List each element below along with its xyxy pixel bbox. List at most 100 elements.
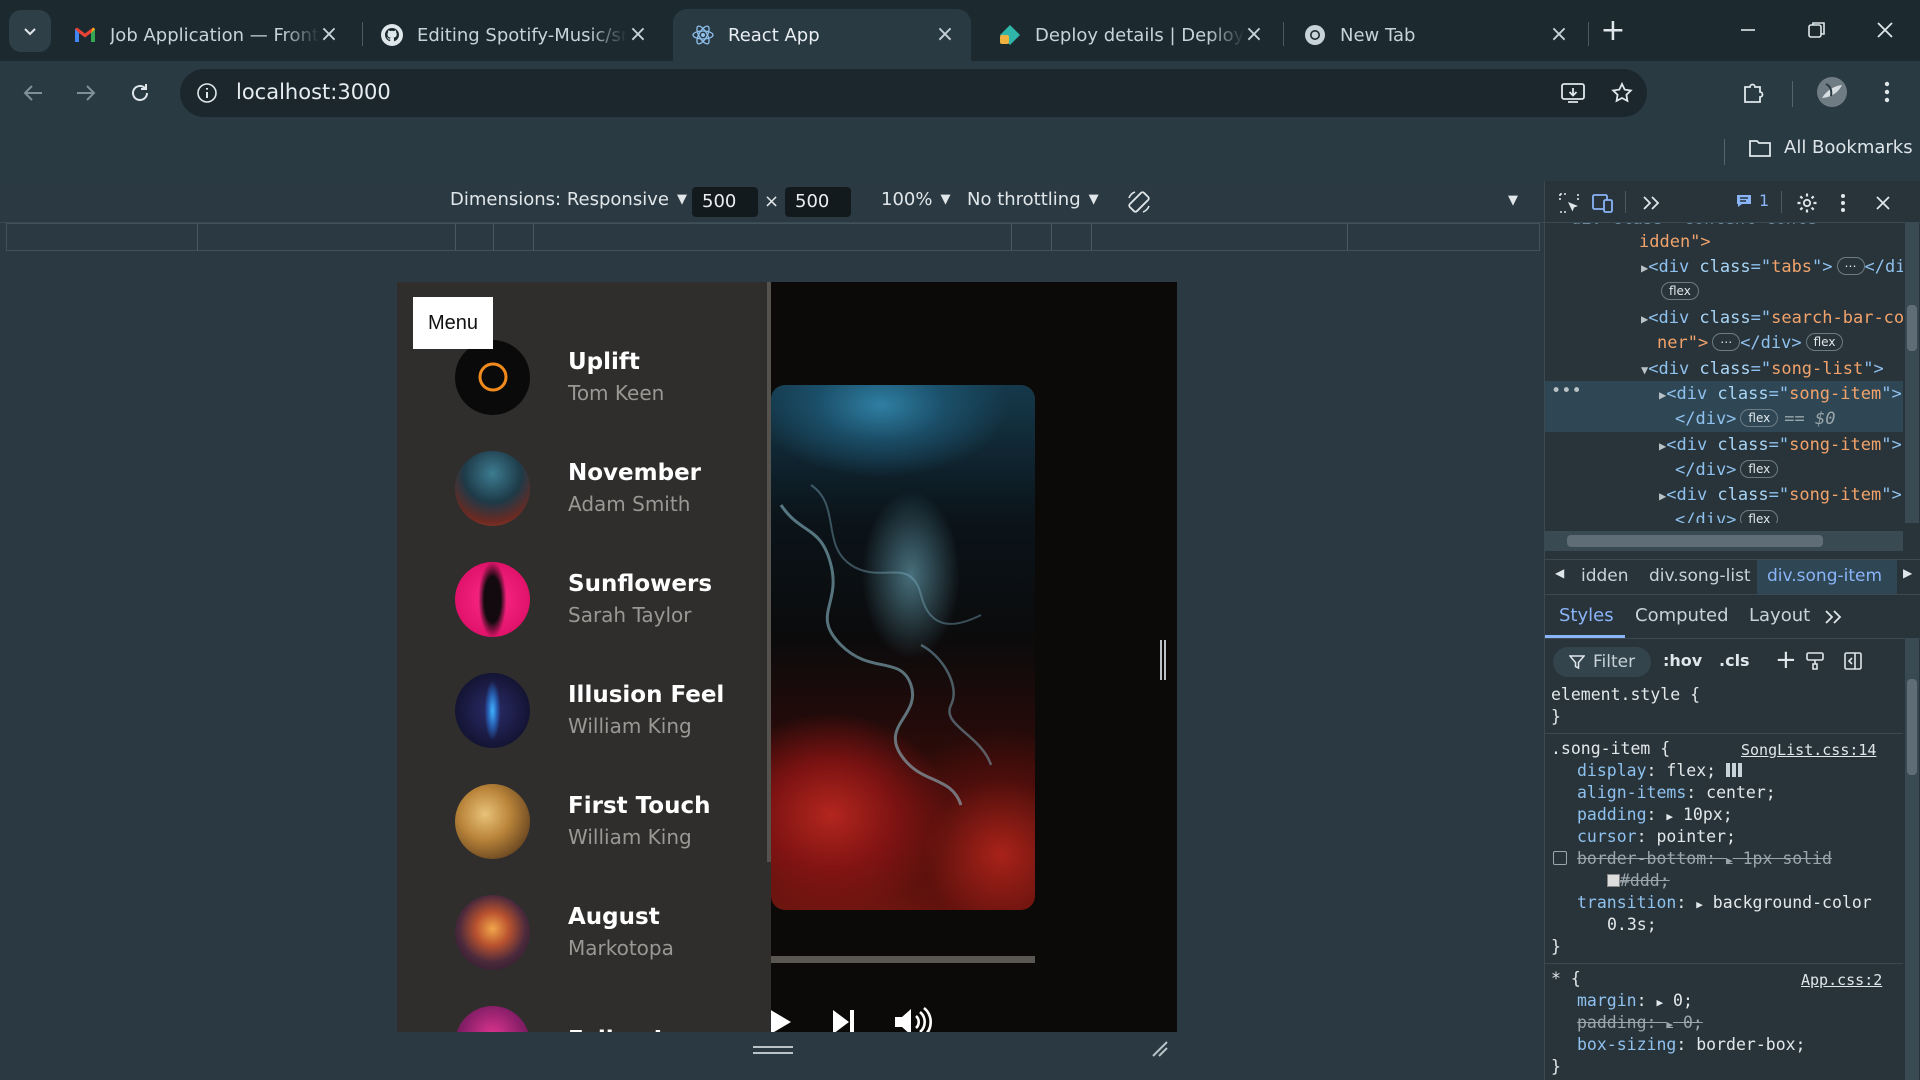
tab-computed[interactable]: Computed (1635, 605, 1729, 626)
back-button[interactable] (15, 75, 51, 111)
dom-node-song-item[interactable]: ▶<div class="song-item"> (1659, 382, 1902, 408)
tab-layout[interactable]: Layout (1749, 605, 1810, 626)
new-tab-button[interactable]: + (1596, 13, 1630, 48)
hov-toggle[interactable]: :hov (1663, 651, 1702, 670)
rule-selector-song-item[interactable]: .song-item { (1551, 738, 1670, 760)
breadcrumb-item[interactable]: idden (1581, 566, 1629, 586)
tab-netlify[interactable]: Deploy details | Deploys | × (980, 9, 1280, 61)
tab-gmail[interactable]: Job Application — Frontend × (55, 9, 355, 61)
forward-button[interactable] (68, 75, 104, 111)
style-declaration[interactable]: cursor: pointer; (1577, 826, 1736, 848)
profile-avatar[interactable] (1813, 73, 1851, 111)
tab-react-app[interactable]: React App × (673, 9, 971, 61)
song-item[interactable]: Sunflowers Sarah Taylor (455, 544, 755, 654)
dom-node-song-list[interactable]: ▼<div class="song-list"> (1641, 357, 1884, 383)
dom-node-song-item[interactable]: ▶<div class="song-item"> (1659, 483, 1902, 509)
dom-node-search-bar[interactable]: ▶<div class="search-bar-co (1641, 306, 1903, 332)
close-tab-icon[interactable]: × (1242, 22, 1266, 47)
playback-progress-bar[interactable] (771, 956, 1035, 963)
reload-button[interactable] (122, 75, 158, 111)
song-item[interactable]: First Touch William King (455, 766, 755, 876)
song-item[interactable]: Illusion Feel William King (455, 655, 755, 765)
breadcrumb-right-arrow-icon[interactable]: ▶ (1903, 566, 1912, 580)
throttling-select[interactable]: No throttling ▼ (967, 189, 1099, 210)
device-mode-icon[interactable] (1589, 189, 1617, 217)
dom-tree[interactable]: div class="content conte idden"> ▶<div c… (1545, 223, 1903, 523)
style-declaration[interactable]: margin: ▶ 0; (1577, 990, 1693, 1014)
device-width-input[interactable]: 500 (692, 187, 758, 217)
filter-input[interactable]: Filter (1553, 647, 1651, 677)
flex-badge[interactable]: flex (1661, 282, 1699, 300)
new-rule-plus-icon[interactable]: + (1775, 645, 1797, 675)
all-bookmarks-button[interactable]: All Bookmarks (1748, 137, 1913, 158)
install-app-icon[interactable] (1557, 77, 1589, 109)
color-swatch[interactable] (1607, 874, 1620, 887)
style-declaration[interactable]: transition: ▶ background-color (1577, 892, 1872, 916)
settings-gear-icon[interactable] (1793, 189, 1821, 217)
close-tab-icon[interactable]: × (317, 22, 341, 47)
breadcrumb-left-arrow-icon[interactable]: ◀ (1555, 566, 1564, 580)
source-link[interactable]: App.css:2 (1801, 969, 1882, 991)
style-declaration[interactable]: box-sizing: border-box; (1577, 1034, 1806, 1056)
sidebar-scrollbar[interactable] (767, 282, 771, 862)
ellipsis-icon[interactable]: ••• (1551, 379, 1582, 404)
url-text[interactable]: localhost:3000 (236, 80, 391, 104)
disable-property-checkbox[interactable] (1553, 851, 1567, 865)
close-devtools-icon[interactable] (1869, 189, 1897, 217)
abstract-artwork (779, 484, 993, 806)
address-bar[interactable]: localhost:3000 (180, 69, 1647, 117)
song-item[interactable]: November Adam Smith (455, 433, 755, 543)
breadcrumb-item[interactable]: div.song-list (1649, 566, 1751, 586)
song-item[interactable]: August Markotopa (455, 877, 755, 987)
rotate-button[interactable] (1124, 187, 1154, 217)
tab-search-button[interactable] (9, 10, 51, 52)
paint-brush-icon[interactable] (1805, 651, 1825, 671)
zoom-select[interactable]: 100% ▼ (881, 189, 950, 210)
tab-new-tab[interactable]: New Tab × (1285, 9, 1585, 61)
issues-counter[interactable]: 1 (1735, 191, 1769, 210)
site-info-icon[interactable] (192, 78, 222, 108)
resize-corner-icon[interactable] (1149, 1038, 1169, 1058)
resize-handle-right[interactable] (1160, 640, 1166, 680)
cls-toggle[interactable]: .cls (1719, 651, 1750, 670)
dom-node-tabs[interactable]: ▶<div class="tabs"> ⋯ </di (1641, 255, 1903, 281)
styles-scrollbar[interactable] (1905, 639, 1919, 1080)
more-tabs-icon[interactable] (1637, 189, 1665, 217)
resize-handle-bottom[interactable] (753, 1046, 793, 1048)
close-tab-icon[interactable]: × (626, 22, 650, 47)
close-window-button[interactable] (1860, 10, 1910, 50)
tab-styles[interactable]: Styles (1559, 605, 1614, 626)
dom-horizontal-scrollbar[interactable] (1545, 531, 1903, 551)
style-declaration[interactable]: align-items: center; (1577, 782, 1776, 804)
style-declaration-disabled[interactable]: #ddd; (1607, 870, 1670, 892)
close-tab-icon[interactable]: × (933, 22, 957, 47)
source-link[interactable]: SongList.css:14 (1741, 739, 1876, 761)
extensions-button[interactable] (1734, 73, 1772, 111)
close-tab-icon[interactable]: × (1547, 22, 1571, 47)
rule-selector-universal[interactable]: * { (1551, 968, 1581, 990)
song-item[interactable]: Uplift Tom Keen (455, 322, 755, 432)
flex-editor-icon[interactable] (1726, 763, 1743, 777)
bookmark-star-icon[interactable] (1606, 77, 1638, 109)
element-style-rule[interactable]: element.style { (1551, 684, 1700, 706)
chrome-menu-button[interactable] (1868, 73, 1906, 111)
device-height-input[interactable]: 500 (785, 187, 851, 217)
more-vert-icon[interactable] (1829, 189, 1857, 217)
more-tabs-icon[interactable] (1823, 609, 1843, 625)
style-declaration-disabled[interactable]: border-bottom: ▶ 1px solid (1577, 848, 1832, 872)
menu-button[interactable]: Menu (413, 297, 493, 349)
dimensions-select[interactable]: Dimensions: Responsive ▼ (450, 189, 687, 210)
style-declaration-overridden[interactable]: padding: ▶ 0; (1577, 1012, 1703, 1036)
breadcrumb-item-active[interactable]: div.song-item (1767, 566, 1882, 586)
dom-vertical-scrollbar[interactable] (1905, 223, 1919, 523)
device-options-arrow-icon[interactable]: ▼ (1508, 193, 1518, 208)
tab-github[interactable]: Editing Spotify-Music/src × (362, 9, 664, 61)
media-query-bar[interactable] (6, 223, 1540, 251)
dom-node-song-item[interactable]: ▶<div class="song-item"> (1659, 433, 1902, 459)
minimize-button[interactable] (1723, 10, 1773, 50)
style-declaration[interactable]: padding: ▶ 10px; (1577, 804, 1733, 828)
restore-button[interactable] (1792, 10, 1842, 50)
inspect-element-icon[interactable] (1555, 189, 1583, 217)
style-declaration[interactable]: display: flex; (1577, 760, 1743, 782)
sidebar-toggle-icon[interactable] (1843, 651, 1863, 671)
